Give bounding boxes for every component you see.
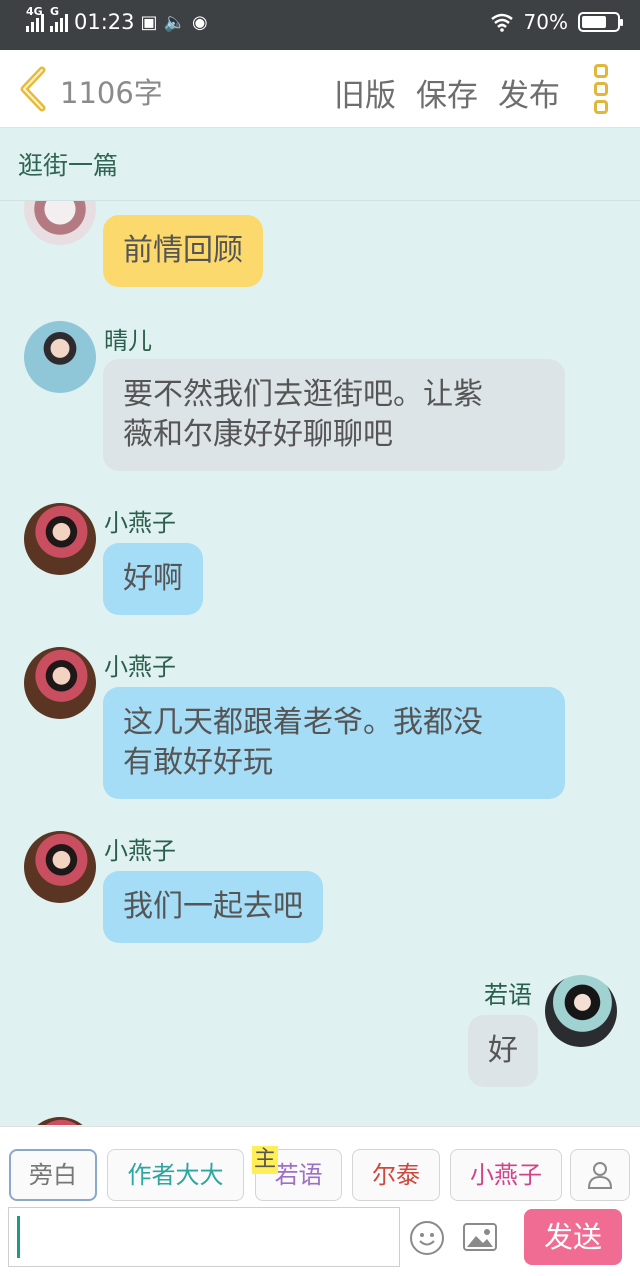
- avatar[interactable]: [24, 1117, 96, 1125]
- image-icon[interactable]: [463, 1223, 497, 1251]
- message-bubble[interactable]: 好: [468, 1015, 538, 1087]
- status-bar: 4G G 01:23 ▣ 🔈 ◉ 70%: [0, 0, 640, 50]
- avatar[interactable]: [24, 831, 96, 903]
- back-chevron-icon[interactable]: [14, 64, 54, 114]
- editor-toolbar: 1106字 旧版 保存 发布: [0, 50, 640, 128]
- person-icon: [587, 1162, 613, 1189]
- wifi-icon: [490, 13, 513, 32]
- role-narrator[interactable]: 旁白: [9, 1149, 97, 1201]
- add-role-button[interactable]: [570, 1149, 630, 1201]
- signal-icon: 4G: [26, 5, 44, 32]
- speaker-name: 小燕子: [104, 653, 176, 681]
- clock: 01:23: [74, 10, 135, 34]
- message-line: 有敢好好玩: [123, 745, 273, 780]
- send-button[interactable]: 发送: [524, 1209, 622, 1265]
- composer-panel: 旁白 作者大大 主 若语 尔泰 小燕子 发送: [0, 1126, 640, 1276]
- avatar[interactable]: [545, 975, 617, 1047]
- main-character-badge: 主: [252, 1146, 279, 1174]
- message-bubble[interactable]: 要不然我们去逛街吧。让紫 薇和尔康好好聊聊吧: [103, 359, 565, 471]
- message-line: 这几天都跟着老爷。我都没: [123, 705, 483, 740]
- message-bubble[interactable]: 这几天都跟着老爷。我都没 有敢好好玩: [103, 687, 565, 799]
- text-caret: [17, 1216, 20, 1258]
- role-xiaoyanzi[interactable]: 小燕子: [450, 1149, 562, 1201]
- avatar[interactable]: [24, 201, 96, 245]
- mute-icon: 🔈: [163, 11, 186, 33]
- word-count: 1106字: [60, 76, 163, 110]
- globe-icon: ◉: [191, 11, 208, 33]
- save-button[interactable]: 保存: [416, 70, 478, 115]
- message-bubble[interactable]: 好啊: [103, 543, 203, 615]
- publish-button[interactable]: 发布: [498, 70, 560, 115]
- notification-icon: ▣: [140, 11, 158, 33]
- message-line: 要不然我们去逛街吧。让紫: [123, 377, 483, 412]
- role-ruoyu[interactable]: 主 若语: [252, 1146, 342, 1201]
- role-label: 若语: [274, 1161, 323, 1189]
- document-title[interactable]: 逛街一篇: [18, 146, 118, 182]
- speaker-name: 晴儿: [104, 327, 152, 355]
- role-ertai[interactable]: 尔泰: [352, 1149, 440, 1201]
- message-bubble[interactable]: 我们一起去吧: [103, 871, 323, 943]
- speaker-name: 若语: [484, 981, 532, 1009]
- speaker-name: 小燕子: [104, 837, 176, 865]
- avatar[interactable]: [24, 503, 96, 575]
- avatar[interactable]: [24, 321, 96, 393]
- role-author[interactable]: 作者大大: [107, 1149, 244, 1201]
- message-line: 薇和尔康好好聊聊吧: [123, 417, 393, 452]
- emoji-icon[interactable]: [410, 1221, 444, 1255]
- signal-icon: G: [50, 5, 68, 32]
- avatar[interactable]: [24, 647, 96, 719]
- more-menu-icon[interactable]: [594, 64, 614, 114]
- battery-percent: 70%: [523, 10, 568, 34]
- message-bubble[interactable]: 前情回顾: [103, 215, 263, 287]
- message-input[interactable]: [8, 1207, 400, 1267]
- old-version-button[interactable]: 旧版: [334, 70, 396, 115]
- speaker-name: 小燕子: [104, 509, 176, 537]
- chat-list[interactable]: 前情回顾 晴儿 要不然我们去逛街吧。让紫 薇和尔康好好聊聊吧 小燕子 好啊 小燕…: [0, 201, 640, 1125]
- battery-icon: [578, 12, 623, 32]
